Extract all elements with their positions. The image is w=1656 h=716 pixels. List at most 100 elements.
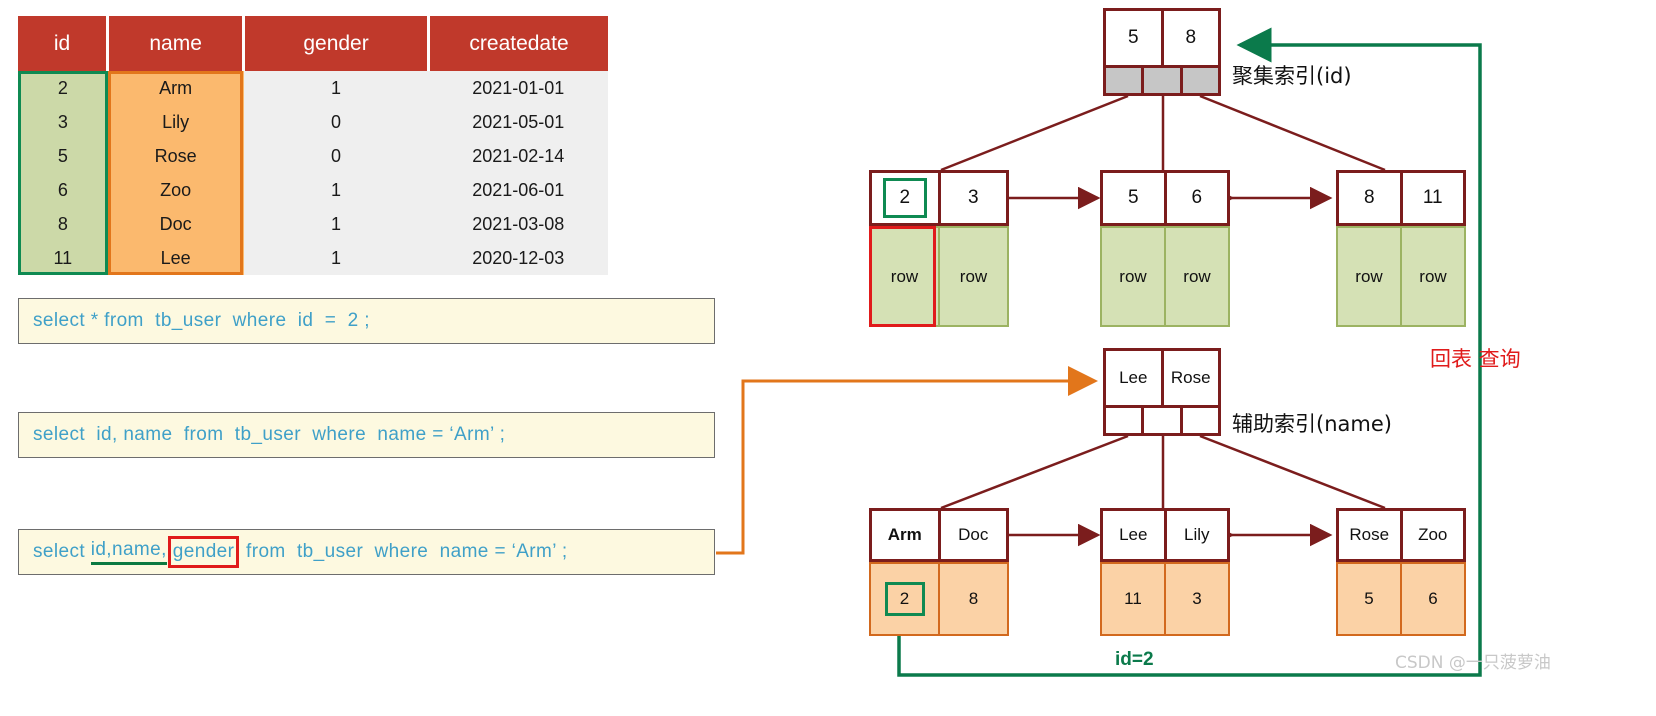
cell-name: Doc bbox=[107, 207, 244, 241]
user-data-table: id name gender createdate 2 Arm 1 2021-0… bbox=[18, 16, 608, 275]
secondary-leaf-data: 5 6 bbox=[1336, 562, 1466, 636]
cell-id: 8 bbox=[18, 207, 108, 241]
clustered-leaf-key: 11 bbox=[1422, 187, 1443, 208]
clustered-root-node: 5 8 bbox=[1103, 8, 1221, 68]
clustered-root-key: 5 bbox=[1106, 11, 1164, 65]
table-row: 2 Arm 1 2021-01-01 bbox=[18, 71, 608, 105]
secondary-root-key: Lee bbox=[1106, 351, 1164, 405]
sql-statement-3-prefix: select bbox=[33, 541, 91, 562]
column-header-createdate: createdate bbox=[428, 16, 608, 71]
clustered-row-slot: row bbox=[940, 228, 1007, 325]
secondary-root-node: Lee Rose bbox=[1103, 348, 1221, 408]
secondary-leaf-data: 2 8 bbox=[869, 562, 1009, 636]
cell-id: 3 bbox=[18, 105, 108, 139]
secondary-index-branch-lines bbox=[940, 434, 1386, 510]
clustered-row-slot: row bbox=[1166, 228, 1228, 325]
clustered-leaf-key: 2 bbox=[872, 173, 941, 223]
cell-gender: 1 bbox=[243, 173, 429, 207]
column-header-name: name bbox=[107, 16, 246, 71]
cell-createdate: 2021-03-08 bbox=[428, 207, 608, 241]
sql-statement-3-suffix: from tb_user where name = ‘Arm’ ; bbox=[240, 541, 568, 562]
clustered-leaf-node: 8 11 bbox=[1336, 170, 1466, 226]
pointer-cell bbox=[1182, 408, 1218, 433]
secondary-pk-slot: 5 bbox=[1338, 564, 1402, 634]
clustered-leaf-key: 8 bbox=[1339, 173, 1403, 223]
column-header-id: id bbox=[18, 16, 110, 71]
clustered-row-highlight bbox=[869, 226, 936, 327]
clustered-leaf-data: row row bbox=[1100, 226, 1230, 327]
id-equals-label: id=2 bbox=[1115, 649, 1154, 670]
sql-statement-2-text: select id, name from tb_user where name … bbox=[33, 424, 506, 445]
secondary-leaf-key: Zoo bbox=[1418, 525, 1448, 544]
cell-name: Arm bbox=[107, 71, 244, 105]
cell-createdate: 2021-01-01 bbox=[428, 71, 608, 105]
sql-statement-3-underlined-cols: id,name, bbox=[90, 539, 167, 565]
sql-statement-2[interactable]: select id, name from tb_user where name … bbox=[18, 412, 715, 458]
cell-createdate: 2021-06-01 bbox=[428, 173, 608, 207]
secondary-leaf-node: Rose Zoo bbox=[1336, 508, 1466, 562]
pointer-cell bbox=[1182, 68, 1218, 93]
cell-name: Zoo bbox=[107, 173, 244, 207]
secondary-leaf-key: Arm bbox=[872, 511, 941, 559]
table-row: 3 Lily 0 2021-05-01 bbox=[18, 105, 608, 139]
clustered-root-key: 8 bbox=[1185, 27, 1197, 48]
table-row: 11 Lee 1 2020-12-03 bbox=[18, 241, 608, 275]
clustered-leaf-key: 6 bbox=[1191, 187, 1203, 208]
clustered-leaf-node: 5 6 bbox=[1100, 170, 1230, 226]
secondary-pk-slot: 3 bbox=[1166, 564, 1228, 634]
cell-name: Lee bbox=[107, 241, 244, 275]
secondary-leaf-key: Lee bbox=[1103, 511, 1167, 559]
secondary-pk-slot: 6 bbox=[1402, 564, 1464, 634]
cell-id: 6 bbox=[18, 173, 108, 207]
sql-statement-3-boxed-col: gender bbox=[167, 536, 240, 568]
clustered-row-slot: row bbox=[1338, 228, 1402, 325]
clustered-leaf-data: row row bbox=[1336, 226, 1466, 327]
pointer-cell bbox=[1144, 68, 1183, 93]
table-row: 5 Rose 0 2021-02-14 bbox=[18, 139, 608, 173]
secondary-pk-highlight-2: 2 bbox=[884, 582, 925, 616]
cell-gender: 1 bbox=[243, 71, 429, 105]
clustered-leaf-node: 2 3 bbox=[869, 170, 1009, 226]
back-to-table-label: 回表 查询 bbox=[1430, 347, 1521, 371]
clustered-key-highlight-2: 2 bbox=[882, 178, 927, 218]
pointer-cell bbox=[1144, 408, 1183, 433]
table-row: 8 Doc 1 2021-03-08 bbox=[18, 207, 608, 241]
cell-id: 5 bbox=[18, 139, 108, 173]
secondary-leaf-data: 11 3 bbox=[1100, 562, 1230, 636]
sql-statement-3[interactable]: select id,name, gender from tb_user where… bbox=[18, 529, 715, 575]
cell-createdate: 2020-12-03 bbox=[428, 241, 608, 275]
cell-gender: 0 bbox=[243, 139, 429, 173]
clustered-index-label: 聚集索引(id) bbox=[1232, 64, 1352, 88]
cell-createdate: 2021-02-14 bbox=[428, 139, 608, 173]
secondary-leaf-node: Lee Lily bbox=[1100, 508, 1230, 562]
sql-statement-1-text: select * from tb_user where id = 2 ; bbox=[33, 310, 370, 331]
sql-statement-1[interactable]: select * from tb_user where id = 2 ; bbox=[18, 298, 715, 344]
cell-id: 2 bbox=[18, 71, 108, 105]
csdn-watermark: CSDN @一只菠萝油 bbox=[1395, 653, 1551, 673]
clustered-leaf-key: 3 bbox=[967, 187, 979, 208]
pointer-cell bbox=[1106, 68, 1145, 93]
table-row: 6 Zoo 1 2021-06-01 bbox=[18, 173, 608, 207]
secondary-pk-slot: 8 bbox=[940, 564, 1007, 634]
column-header-gender: gender bbox=[243, 16, 431, 71]
cell-name: Lily bbox=[107, 105, 244, 139]
cell-gender: 0 bbox=[243, 105, 429, 139]
secondary-pk-slot: 11 bbox=[1102, 564, 1166, 634]
secondary-leaf-key: Rose bbox=[1339, 511, 1403, 559]
cell-createdate: 2021-05-01 bbox=[428, 105, 608, 139]
pointer-cell bbox=[1106, 408, 1145, 433]
clustered-index-branch-lines bbox=[940, 94, 1386, 172]
secondary-index-label: 辅助索引(name) bbox=[1232, 412, 1392, 436]
clustered-leaf-key: 5 bbox=[1103, 173, 1167, 223]
secondary-root-pointer-strip bbox=[1103, 408, 1221, 436]
clustered-row-slot: row bbox=[1102, 228, 1166, 325]
secondary-leaf-key: Lily bbox=[1183, 525, 1210, 544]
secondary-leaf-key: Doc bbox=[958, 525, 989, 544]
secondary-leaf-node: Arm Doc bbox=[869, 508, 1009, 562]
cell-name: Rose bbox=[107, 139, 244, 173]
cell-id: 11 bbox=[18, 241, 108, 275]
secondary-pk-slot: 2 bbox=[871, 564, 940, 634]
secondary-root-key: Rose bbox=[1170, 368, 1211, 387]
clustered-row-slot: row bbox=[1402, 228, 1464, 325]
table-header-row: id name gender createdate bbox=[18, 16, 608, 71]
